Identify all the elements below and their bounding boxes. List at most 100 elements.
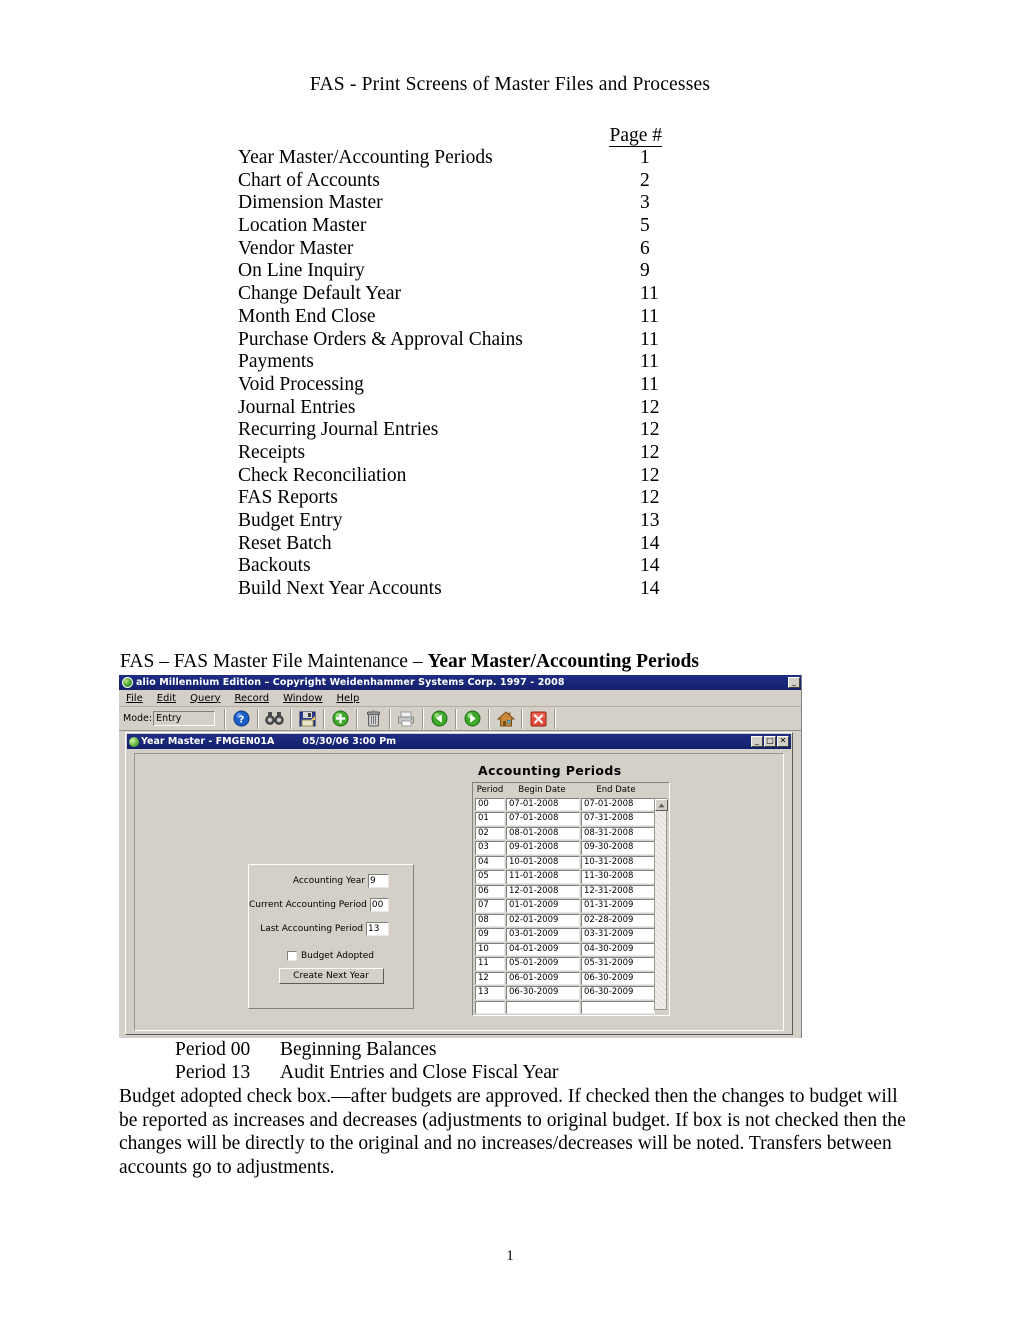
cell-end[interactable]: 11-30-2008 (581, 870, 655, 884)
last-accounting-period-input[interactable]: 13 (366, 922, 389, 936)
cell-begin[interactable]: 02-01-2009 (506, 913, 580, 928)
cell-end[interactable]: 02-28-2009 (581, 913, 655, 928)
toc-entry-page: 11 (640, 283, 659, 305)
application-minimize-button[interactable]: _ (788, 677, 800, 688)
cell-period[interactable]: 07 (475, 899, 505, 913)
cell-period[interactable]: 00 (475, 798, 505, 812)
print-icon[interactable] (395, 708, 419, 729)
help-icon[interactable]: ? (230, 708, 254, 729)
cell-period[interactable] (475, 1000, 505, 1015)
menu-item-edit-label: Edit (156, 692, 177, 704)
close-icon[interactable] (527, 708, 551, 729)
cell-period[interactable]: 08 (475, 913, 505, 928)
toc-entry-label: Location Master (238, 215, 367, 237)
previous-icon[interactable] (428, 708, 452, 729)
cell-period[interactable]: 13 (475, 986, 505, 1000)
toc-entry: Budget Entry 13 (238, 510, 690, 533)
cell-end[interactable] (581, 1000, 655, 1015)
cell-period[interactable]: 04 (475, 855, 505, 870)
table-row[interactable]: 06 12-01-2008 12-31-2008 (475, 884, 667, 899)
cell-begin[interactable] (506, 1000, 580, 1015)
table-row[interactable] (475, 1000, 667, 1015)
cell-end[interactable]: 07-01-2008 (581, 798, 655, 812)
toc-entry: Build Next Year Accounts 14 (238, 578, 690, 601)
table-row[interactable]: 08 02-01-2009 02-28-2009 (475, 913, 667, 928)
cell-end[interactable]: 08-31-2008 (581, 826, 655, 841)
svg-text:?: ? (239, 715, 245, 726)
current-accounting-period-input[interactable]: 00 (369, 898, 389, 912)
save-icon[interactable] (296, 708, 320, 729)
menu-item-record[interactable]: Record (235, 693, 270, 704)
cell-period[interactable]: 09 (475, 928, 505, 942)
cell-period[interactable]: 11 (475, 957, 505, 971)
table-row[interactable]: 07 01-01-2009 01-31-2009 (475, 899, 667, 913)
table-row[interactable]: 09 03-01-2009 03-31-2009 (475, 928, 667, 942)
cell-end[interactable]: 10-31-2008 (581, 855, 655, 870)
cell-end[interactable]: 09-30-2008 (581, 841, 655, 855)
next-icon[interactable] (461, 708, 485, 729)
toolbar-separator (290, 708, 293, 729)
accounting-periods-scrollbar[interactable] (654, 798, 668, 1010)
table-row[interactable]: 13 06-30-2009 06-30-2009 (475, 986, 667, 1000)
table-row[interactable]: 04 10-01-2008 10-31-2008 (475, 855, 667, 870)
table-row[interactable]: 01 07-01-2008 07-31-2008 (475, 812, 667, 826)
cell-begin[interactable]: 08-01-2008 (506, 826, 580, 841)
cell-period[interactable]: 10 (475, 942, 505, 957)
cell-begin[interactable]: 06-30-2009 (506, 986, 580, 1000)
cell-period[interactable]: 03 (475, 841, 505, 855)
cell-period[interactable]: 06 (475, 884, 505, 899)
column-header-period: Period (476, 785, 504, 795)
table-row[interactable]: 00 07-01-2008 07-01-2008 (475, 798, 667, 812)
menu-item-help[interactable]: Help (337, 693, 360, 704)
scroll-up-icon[interactable] (655, 799, 668, 811)
cell-end[interactable]: 05-31-2009 (581, 957, 655, 971)
menu-item-query[interactable]: Query (190, 693, 220, 704)
cell-begin[interactable]: 04-01-2009 (506, 942, 580, 957)
add-icon[interactable] (329, 708, 353, 729)
table-row[interactable]: 05 11-01-2008 11-30-2008 (475, 870, 667, 884)
budget-adopted-checkbox[interactable] (287, 951, 297, 961)
toc-entry: On Line Inquiry 9 (238, 260, 690, 283)
cell-end[interactable]: 03-31-2009 (581, 928, 655, 942)
year-master-close-button[interactable]: ✕ (777, 736, 789, 747)
find-icon[interactable] (263, 708, 287, 729)
table-row[interactable]: 10 04-01-2009 04-30-2009 (475, 942, 667, 957)
cell-begin[interactable]: 10-01-2008 (506, 855, 580, 870)
cell-end[interactable]: 07-31-2008 (581, 812, 655, 826)
cell-period[interactable]: 02 (475, 826, 505, 841)
cell-end[interactable]: 12-31-2008 (581, 884, 655, 899)
cell-begin[interactable]: 03-01-2009 (506, 928, 580, 942)
cell-period[interactable]: 12 (475, 971, 505, 986)
cell-begin[interactable]: 05-01-2009 (506, 957, 580, 971)
mode-input[interactable]: Entry (153, 711, 216, 726)
table-row[interactable]: 03 09-01-2008 09-30-2008 (475, 841, 667, 855)
cell-end[interactable]: 06-30-2009 (581, 971, 655, 986)
cell-period[interactable]: 05 (475, 870, 505, 884)
cell-begin[interactable]: 07-01-2008 (506, 798, 580, 812)
menu-item-edit[interactable]: Edit (157, 693, 176, 704)
cell-begin[interactable]: 06-01-2009 (506, 971, 580, 986)
cell-begin[interactable]: 12-01-2008 (506, 884, 580, 899)
cell-end[interactable]: 04-30-2009 (581, 942, 655, 957)
menu-item-file[interactable]: File (126, 693, 143, 704)
year-master-minimize-button[interactable]: _ (751, 736, 763, 747)
year-master-maximize-button[interactable]: □ (764, 736, 776, 747)
period-note-row: Period 00 Beginning Balances (175, 1038, 558, 1061)
table-row[interactable]: 02 08-01-2008 08-31-2008 (475, 826, 667, 841)
toc-entry-label: FAS Reports (238, 487, 338, 509)
table-row[interactable]: 12 06-01-2009 06-30-2009 (475, 971, 667, 986)
cell-period[interactable]: 01 (475, 812, 505, 826)
cell-begin[interactable]: 07-01-2008 (506, 812, 580, 826)
cell-begin[interactable]: 01-01-2009 (506, 899, 580, 913)
cell-begin[interactable]: 09-01-2008 (506, 841, 580, 855)
cell-begin[interactable]: 11-01-2008 (506, 870, 580, 884)
cell-end[interactable]: 01-31-2009 (581, 899, 655, 913)
cell-end[interactable]: 06-30-2009 (581, 986, 655, 1000)
create-next-year-button[interactable]: Create Next Year (278, 968, 384, 984)
accounting-year-input[interactable]: 9 (368, 874, 389, 888)
application-window-controls: _ (788, 677, 800, 688)
table-row[interactable]: 11 05-01-2009 05-31-2009 (475, 957, 667, 971)
home-icon[interactable] (494, 708, 518, 729)
delete-icon[interactable] (362, 708, 386, 729)
menu-item-window[interactable]: Window (283, 693, 322, 704)
